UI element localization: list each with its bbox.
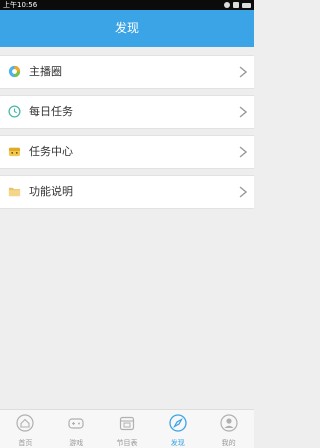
treasure-chest-icon bbox=[8, 147, 21, 157]
menu-item-label: 主播圈 bbox=[29, 65, 62, 78]
menu-item-feature-guide[interactable]: 功能说明 bbox=[0, 175, 254, 209]
discover-menu: 主播圈 每日任务 任务中心 功能说明 bbox=[0, 55, 254, 215]
tab-games[interactable]: 游戏 bbox=[51, 410, 102, 448]
battery-icon bbox=[242, 2, 251, 8]
tab-schedule[interactable]: 节目表 bbox=[102, 410, 153, 448]
user-icon bbox=[219, 414, 238, 432]
folder-icon bbox=[8, 187, 21, 197]
menu-item-label: 任务中心 bbox=[29, 145, 73, 158]
color-ring-icon bbox=[8, 65, 21, 78]
menu-item-label: 每日任务 bbox=[29, 105, 73, 118]
wifi-icon bbox=[233, 2, 239, 8]
menu-item-daily-tasks[interactable]: 每日任务 bbox=[0, 95, 254, 129]
menu-item-anchor-circle[interactable]: 主播圈 bbox=[0, 55, 254, 89]
clock-icon bbox=[8, 105, 21, 118]
chevron-right-icon bbox=[239, 106, 247, 118]
chevron-right-icon bbox=[239, 146, 247, 158]
page-header: 发现 bbox=[0, 10, 254, 47]
tab-profile[interactable]: 我的 bbox=[203, 410, 254, 448]
chevron-right-icon bbox=[239, 66, 247, 78]
page-title: 发现 bbox=[114, 21, 139, 35]
status-time: 上午10:56 bbox=[3, 1, 38, 9]
chevron-right-icon bbox=[239, 186, 247, 198]
compass-icon bbox=[169, 414, 187, 432]
bottom-tab-bar: 首页 游戏 节目表 发现 我的 bbox=[0, 409, 254, 448]
home-icon bbox=[16, 414, 34, 432]
status-icons bbox=[224, 0, 251, 10]
menu-item-task-center[interactable]: 任务中心 bbox=[0, 135, 254, 169]
gamepad-icon bbox=[68, 418, 84, 429]
calendar-icon bbox=[119, 416, 135, 431]
tab-home[interactable]: 首页 bbox=[0, 410, 51, 448]
tab-discover[interactable]: 发现 bbox=[152, 410, 203, 448]
alarm-icon bbox=[224, 2, 230, 8]
status-bar: 上午10:56 bbox=[0, 0, 254, 10]
menu-item-label: 功能说明 bbox=[29, 185, 73, 198]
